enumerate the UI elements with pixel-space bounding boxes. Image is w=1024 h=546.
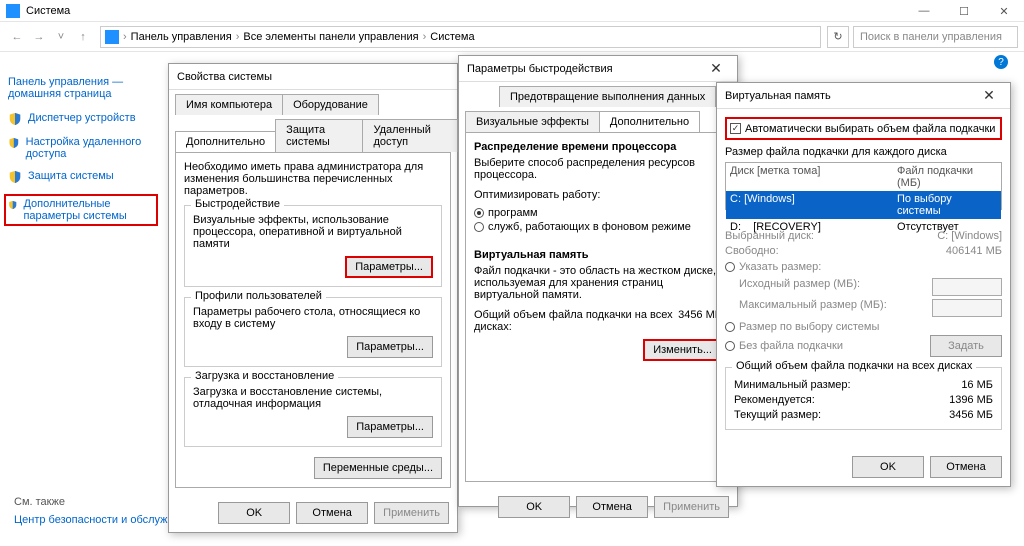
total-group-title: Общий объем файла подкачки на всех диска… <box>732 360 976 372</box>
shield-icon <box>8 170 22 184</box>
auto-checkbox[interactable]: ✓Автоматически выбирать объем файла подк… <box>730 123 995 135</box>
virtual-memory-dialog: Виртуальная память ✕ ✓Автоматически выби… <box>716 82 1011 487</box>
radio-custom-size: Указать размер: <box>725 261 821 273</box>
perf-desc: Визуальные эффекты, использование процес… <box>193 214 433 250</box>
close-icon[interactable]: ✕ <box>976 87 1002 104</box>
help-icon[interactable]: ? <box>994 55 1008 69</box>
toolbar: ← → ˅ ↑ › Панель управления › Все элемен… <box>0 22 1024 52</box>
tab-remote[interactable]: Удаленный доступ <box>362 119 458 152</box>
perf-group-title: Быстродействие <box>191 198 284 210</box>
sidebar-label: Защита системы <box>28 170 114 182</box>
profiles-settings-button[interactable]: Параметры... <box>347 336 433 358</box>
radio-system-managed: Размер по выбору системы <box>725 321 879 333</box>
sidebar-item-devicemgr[interactable]: Диспетчер устройств <box>8 112 158 126</box>
initial-size-input <box>932 278 1002 296</box>
startup-group-title: Загрузка и восстановление <box>191 370 338 382</box>
cancel-button[interactable]: Отмена <box>930 456 1002 478</box>
system-icon <box>6 4 20 18</box>
admin-note: Необходимо иметь права администратора дл… <box>184 161 442 197</box>
max-size-input <box>932 299 1002 317</box>
dialog-title: Свойства системы <box>177 71 272 83</box>
dialog-title: Параметры быстродействия <box>467 63 613 75</box>
cancel-button[interactable]: Отмена <box>576 496 648 518</box>
sidebar-item-protection[interactable]: Защита системы <box>8 170 158 184</box>
vm-change-button[interactable]: Изменить... <box>643 339 722 361</box>
performance-options-dialog: Параметры быстродействия ✕ Предотвращени… <box>458 55 738 507</box>
tab-advanced[interactable]: Дополнительно <box>175 131 276 152</box>
shield-icon <box>8 112 22 126</box>
startup-settings-button[interactable]: Параметры... <box>347 416 433 438</box>
tab-dep[interactable]: Предотвращение выполнения данных <box>499 86 716 107</box>
dialog-titlebar: Свойства системы <box>169 64 457 90</box>
vm-total-label: Общий объем файла подкачки на всех диска… <box>474 309 678 333</box>
sidebar-label: Настройка удаленного доступа <box>26 136 158 160</box>
shield-icon <box>8 136 20 150</box>
breadcrumb-item[interactable]: Все элементы панели управления <box>243 31 418 43</box>
dialog-titlebar: Параметры быстродействия ✕ <box>459 56 737 82</box>
close-button[interactable]: ✕ <box>984 0 1024 22</box>
breadcrumb-item[interactable]: Панель управления <box>131 31 232 43</box>
startup-desc: Загрузка и восстановление системы, отлад… <box>193 386 433 410</box>
disk-list[interactable]: Диск [метка тома]Файл подкачки (МБ) C: [… <box>725 162 1002 210</box>
breadcrumb[interactable]: › Панель управления › Все элементы панел… <box>100 26 821 48</box>
refresh-button[interactable]: ↻ <box>827 26 849 48</box>
cp-home-link[interactable]: Панель управления — домашняя страница <box>8 76 158 100</box>
up-button[interactable]: ↑ <box>72 26 94 48</box>
search-input[interactable]: Поиск в панели управления <box>853 26 1018 48</box>
sidebar: Панель управления — домашняя страница Ди… <box>8 76 158 236</box>
apply-button[interactable]: Применить <box>374 502 449 524</box>
vm-title: Виртуальная память <box>474 249 722 261</box>
breadcrumb-item[interactable]: Система <box>430 31 474 43</box>
dialog-title: Виртуальная память <box>725 90 831 102</box>
profiles-desc: Параметры рабочего стола, относящиеся ко… <box>193 306 433 330</box>
close-icon[interactable]: ✕ <box>703 60 729 77</box>
radio-services[interactable]: служб, работающих в фоновом режиме <box>474 221 691 233</box>
ok-button[interactable]: OK <box>498 496 570 518</box>
maximize-button[interactable]: ☐ <box>944 0 984 22</box>
window-titlebar: Система — ☐ ✕ <box>0 0 1024 22</box>
shield-icon <box>8 198 17 212</box>
forward-button[interactable]: → <box>28 26 50 48</box>
perdisk-label: Размер файла подкачки для каждого диска <box>725 146 1002 158</box>
vm-desc: Файл подкачки - это область на жестком д… <box>474 265 722 301</box>
cancel-button[interactable]: Отмена <box>296 502 368 524</box>
tab-computername[interactable]: Имя компьютера <box>175 94 283 115</box>
sidebar-item-remote[interactable]: Настройка удаленного доступа <box>8 136 158 160</box>
tab-advanced[interactable]: Дополнительно <box>599 111 700 132</box>
tab-hardware[interactable]: Оборудование <box>282 94 379 115</box>
minimize-button[interactable]: — <box>904 0 944 22</box>
apply-button[interactable]: Применить <box>654 496 729 518</box>
tab-protection[interactable]: Защита системы <box>275 119 363 152</box>
radio-programs[interactable]: программ <box>474 207 538 219</box>
controlpanel-icon <box>105 30 119 44</box>
perf-settings-button[interactable]: Параметры... <box>345 256 433 278</box>
back-button[interactable]: ← <box>6 26 28 48</box>
sidebar-label: Дополнительные параметры системы <box>23 198 154 222</box>
sidebar-item-advanced[interactable]: Дополнительные параметры системы <box>4 194 158 226</box>
window-title: Система <box>26 5 70 17</box>
sidebar-label: Диспетчер устройств <box>28 112 136 124</box>
radio-no-paging: Без файла подкачки <box>725 340 918 352</box>
profiles-group-title: Профили пользователей <box>191 290 326 302</box>
ok-button[interactable]: OK <box>218 502 290 524</box>
system-properties-dialog: Свойства системы Имя компьютера Оборудов… <box>168 63 458 533</box>
tab-visual[interactable]: Визуальные эффекты <box>465 111 600 132</box>
sched-desc: Выберите способ распределения ресурсов п… <box>474 157 722 181</box>
opt-label: Оптимизировать работу: <box>474 189 722 201</box>
dialog-titlebar: Виртуальная память ✕ <box>717 83 1010 109</box>
set-button: Задать <box>930 335 1002 357</box>
disk-row-c[interactable]: C: [Windows] По выбору системы <box>726 191 1001 219</box>
envvars-button[interactable]: Переменные среды... <box>314 457 442 479</box>
sched-title: Распределение времени процессора <box>474 141 722 153</box>
history-button[interactable]: ˅ <box>50 26 72 48</box>
ok-button[interactable]: OK <box>852 456 924 478</box>
